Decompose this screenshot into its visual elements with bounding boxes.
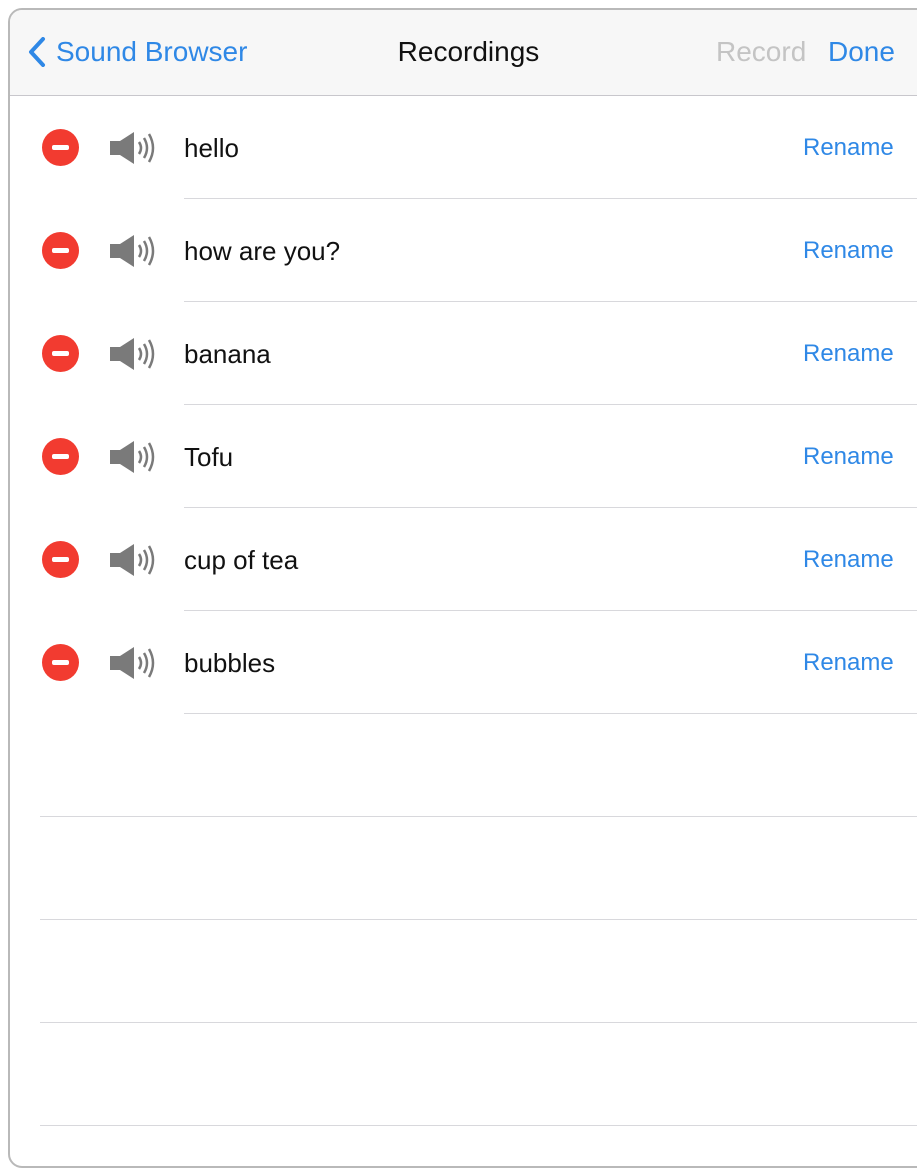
speaker-icon[interactable] [110,234,162,268]
record-button[interactable]: Record [716,32,806,72]
empty-row [10,920,917,1023]
list-item: bubbles Rename [10,611,917,714]
rename-button[interactable]: Rename [803,645,894,681]
navigation-bar: Sound Browser Recordings Record Done [10,10,917,96]
recording-name: hello [184,133,239,163]
minus-circle-icon[interactable] [42,541,79,578]
recordings-list: hello Rename how are you? Rename banana … [10,96,917,1126]
recording-name: bubbles [184,648,276,678]
recording-name: banana [184,339,271,369]
minus-circle-icon[interactable] [42,335,79,372]
empty-row [10,817,917,920]
done-button[interactable]: Done [828,32,895,72]
app-window: Sound Browser Recordings Record Done hel… [8,8,917,1168]
minus-circle-icon[interactable] [42,129,79,166]
speaker-icon[interactable] [110,131,162,165]
empty-row [10,714,917,817]
rename-button[interactable]: Rename [803,336,894,372]
recording-name: how are you? [184,236,341,266]
speaker-icon[interactable] [110,543,162,577]
list-item: hello Rename [10,96,917,199]
rename-button[interactable]: Rename [803,542,894,578]
rename-button[interactable]: Rename [803,130,894,166]
recording-name: Tofu [184,442,234,472]
list-item: cup of tea Rename [10,508,917,611]
row-separator [40,1125,917,1126]
list-item: banana Rename [10,302,917,405]
speaker-icon[interactable] [110,646,162,680]
empty-row [10,1023,917,1126]
minus-circle-icon[interactable] [42,438,79,475]
minus-circle-icon[interactable] [42,644,79,681]
list-item: Tofu Rename [10,405,917,508]
speaker-icon[interactable] [110,440,162,474]
speaker-icon[interactable] [110,337,162,371]
recording-name: cup of tea [184,545,299,575]
rename-button[interactable]: Rename [803,233,894,269]
rename-button[interactable]: Rename [803,439,894,475]
list-item: how are you? Rename [10,199,917,302]
minus-circle-icon[interactable] [42,232,79,269]
